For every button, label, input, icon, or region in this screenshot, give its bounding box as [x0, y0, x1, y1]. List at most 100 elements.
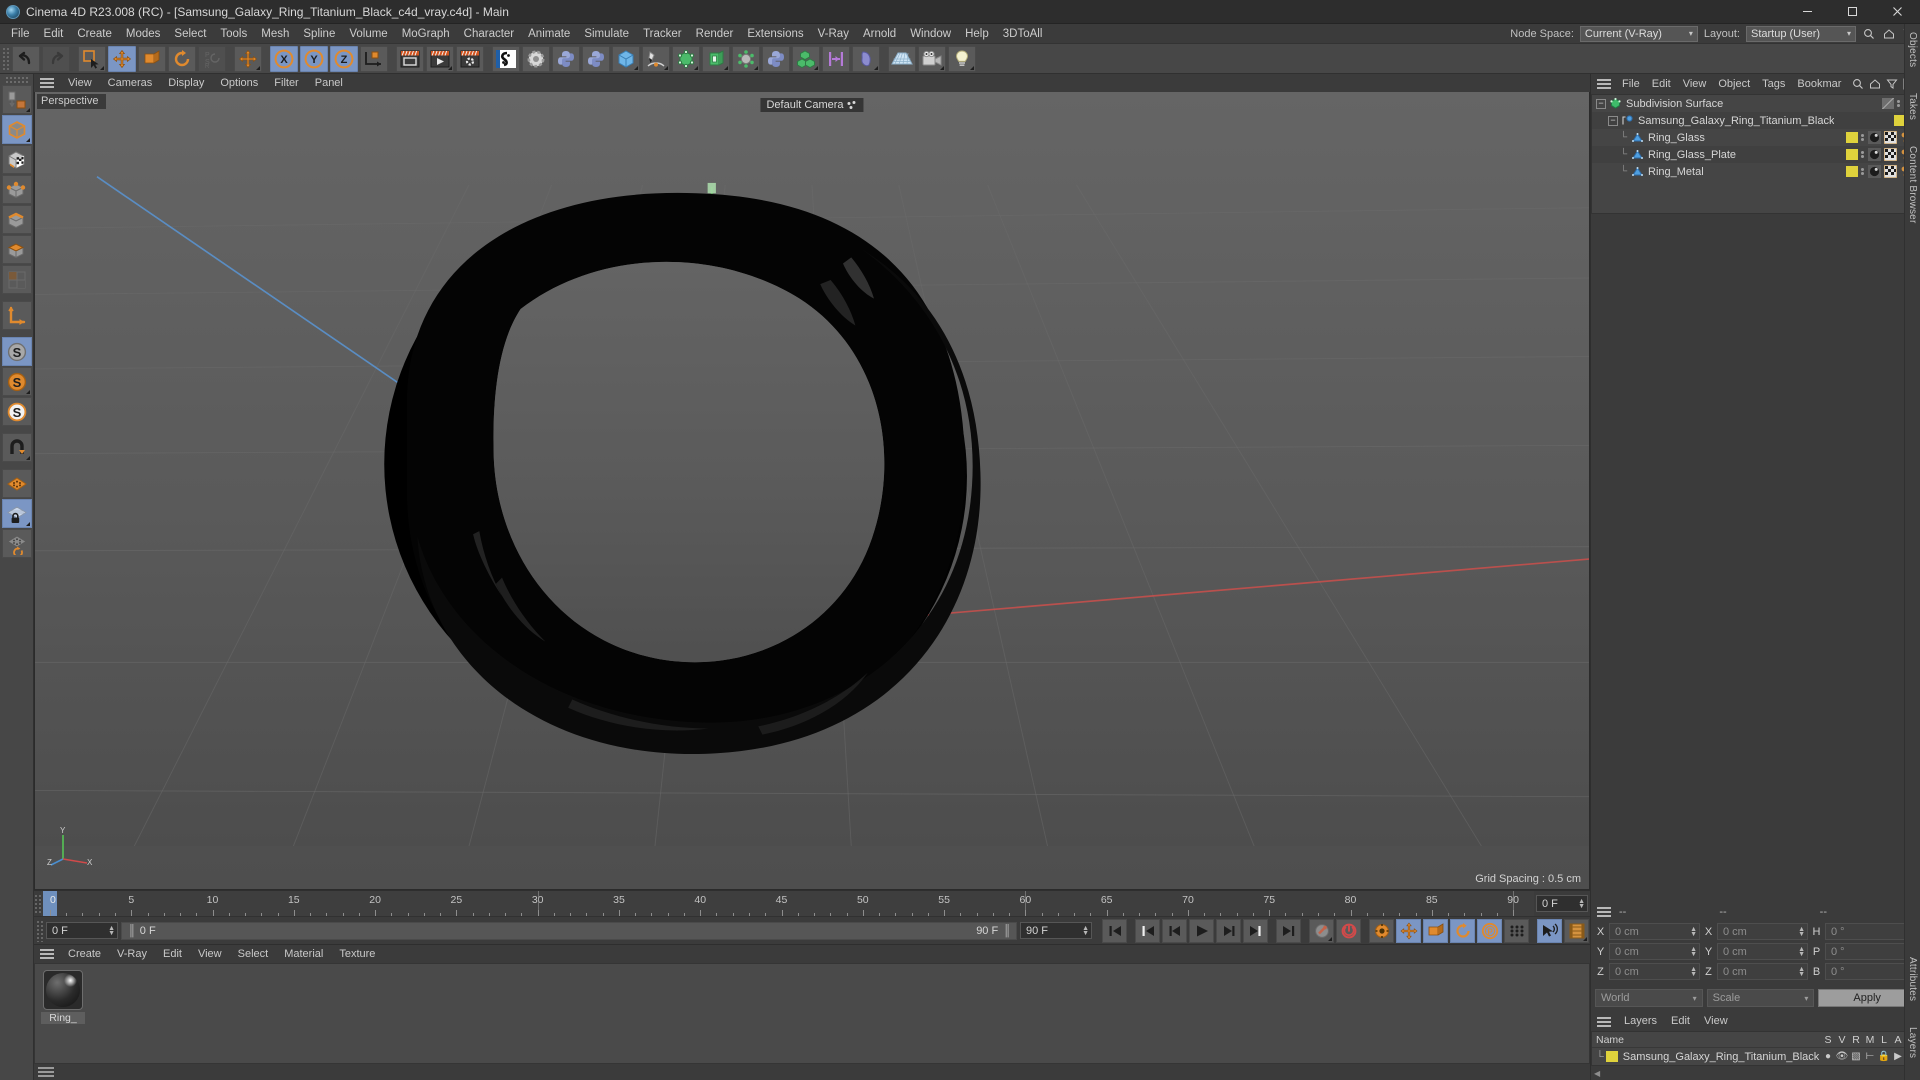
menu-arnold[interactable]: Arnold	[856, 24, 903, 44]
parameter-key-button[interactable]: P	[1477, 918, 1502, 943]
make-editable-button[interactable]	[1, 85, 32, 114]
material-tag-icon[interactable]	[1868, 148, 1881, 161]
go-to-previous-key-button[interactable]	[1135, 918, 1160, 943]
status-hamburger-icon[interactable]	[38, 1067, 54, 1077]
home-icon[interactable]	[1868, 77, 1882, 91]
menu-render[interactable]: Render	[689, 24, 741, 44]
spinner-arrows-icon[interactable]: ▲▼	[1686, 966, 1697, 978]
preview-range-slider[interactable]: ║ 0 F 90 F ║	[121, 921, 1017, 940]
object-menu-tags[interactable]: Tags	[1756, 74, 1791, 94]
floor-button[interactable]	[888, 45, 916, 72]
object-tree-row[interactable]: −Subdivision Surface✓	[1592, 95, 1919, 112]
material-list[interactable]: Ring_	[34, 963, 1590, 1064]
extrude-nurbs-button[interactable]	[702, 45, 730, 72]
layers-table[interactable]: Name SVRMLAG └ Samsung_Galaxy_Ring_Titan…	[1591, 1031, 1920, 1066]
points-mode-button[interactable]	[1, 175, 32, 204]
pen-spline-button[interactable]	[642, 45, 670, 72]
home-icon[interactable]	[1882, 27, 1896, 41]
edges-mode-button[interactable]	[1, 205, 32, 234]
menu-file[interactable]: File	[4, 24, 37, 44]
object-tree-row[interactable]: − Samsung_Galaxy_Ring_Titanium_Black	[1592, 112, 1919, 129]
menu-select[interactable]: Select	[167, 24, 213, 44]
scale-tool-button[interactable]	[138, 45, 166, 72]
menu-3dtoall[interactable]: 3DToAll	[996, 24, 1050, 44]
menu-animate[interactable]: Animate	[521, 24, 577, 44]
uvw-tag-icon[interactable]	[1883, 130, 1898, 145]
subdivision-surface-button[interactable]	[672, 45, 700, 72]
maximize-button[interactable]	[1830, 0, 1875, 23]
rotation-input[interactable]: 0 °▲▼	[1825, 963, 1916, 980]
visibility-dots-icon[interactable]	[1896, 100, 1901, 107]
spinner-arrows-icon[interactable]: ▲▼	[1794, 966, 1805, 978]
layers-scrollbar[interactable]: ◀ ▶	[1591, 1066, 1920, 1080]
psr-reset-button[interactable]: PSR	[198, 45, 226, 72]
menu-character[interactable]: Character	[457, 24, 522, 44]
menu-help[interactable]: Help	[958, 24, 996, 44]
menu-spline[interactable]: Spline	[296, 24, 342, 44]
manager-icon[interactable]: ⊢	[1863, 1051, 1877, 1062]
node-space-select[interactable]: Current (V-Ray) ▾	[1579, 25, 1698, 42]
rotation-input[interactable]: 0 °▲▼	[1825, 943, 1916, 960]
menu-mesh[interactable]: Mesh	[254, 24, 296, 44]
object-layer-chip[interactable]	[1881, 98, 1894, 109]
render-icon[interactable]: ▧	[1849, 1051, 1863, 1062]
light-button[interactable]	[948, 45, 976, 72]
visibility-dots-icon[interactable]	[1861, 168, 1865, 175]
menu-vray[interactable]: V-Ray	[811, 24, 856, 44]
redo-button[interactable]	[42, 45, 70, 72]
scale-key-button[interactable]	[1423, 918, 1448, 943]
layout-select[interactable]: Startup (User) ▾	[1746, 25, 1856, 42]
tab-objects[interactable]: Objects	[1906, 24, 1919, 75]
y-axis-lock-button[interactable]: Y	[300, 45, 328, 72]
uv-mode-button[interactable]	[1, 265, 32, 294]
layers-hamburger-icon[interactable]	[1597, 1016, 1611, 1027]
filter-icon[interactable]	[1885, 77, 1899, 91]
material-menu-material[interactable]: Material	[276, 945, 331, 963]
material-menu-view[interactable]: View	[190, 945, 230, 963]
layers-column-header[interactable]: R	[1849, 1034, 1863, 1046]
layers-menu-edit[interactable]: Edit	[1664, 1012, 1697, 1031]
vray-settings-button[interactable]	[522, 45, 550, 72]
position-input[interactable]: 0 cm ▲ ▼	[1609, 943, 1700, 960]
render-settings-button[interactable]	[456, 45, 484, 72]
viewport-menu-display[interactable]: Display	[160, 74, 212, 92]
cloner-button[interactable]	[792, 45, 820, 72]
object-layer-chip[interactable]	[1846, 132, 1858, 143]
material-item[interactable]: Ring_	[41, 970, 85, 1024]
layers-column-header[interactable]: M	[1863, 1034, 1877, 1046]
spinner-arrows-icon[interactable]: ▲▼	[104, 925, 115, 937]
layer-row[interactable]: └ Samsung_Galaxy_Ring_Titanium_Black ● 👁…	[1592, 1048, 1919, 1065]
step-forward-button[interactable]	[1216, 918, 1241, 943]
object-tree-row[interactable]: └ Ring_Metal	[1592, 163, 1919, 180]
python-tag-button[interactable]	[582, 45, 610, 72]
visibility-dots-icon[interactable]	[1861, 151, 1865, 158]
solo-single-button[interactable]: S	[1, 397, 32, 426]
object-layer-chip[interactable]	[1846, 166, 1858, 177]
apply-button[interactable]: Apply	[1818, 989, 1917, 1007]
object-menu-hamburger-icon[interactable]	[1597, 79, 1611, 89]
menu-modes[interactable]: Modes	[119, 24, 168, 44]
layers-menu-layers[interactable]: Layers	[1617, 1012, 1664, 1031]
visible-eye-icon[interactable]: 👁	[1835, 1051, 1849, 1062]
close-button[interactable]	[1875, 0, 1920, 23]
transform-mode-select[interactable]: Scale ▾	[1706, 989, 1815, 1007]
material-tag-icon[interactable]	[1868, 131, 1881, 144]
enable-axis-button[interactable]: S	[1, 337, 32, 366]
menu-extensions[interactable]: Extensions	[740, 24, 810, 44]
array-button[interactable]	[732, 45, 760, 72]
tree-expand-toggle[interactable]: −	[1608, 115, 1618, 126]
coordinate-system-select[interactable]: World ▾	[1595, 989, 1703, 1007]
rotation-input[interactable]: 0 °▲▼	[1825, 923, 1916, 940]
visibility-dots-icon[interactable]	[1861, 134, 1865, 141]
go-to-start-button[interactable]	[1102, 918, 1127, 943]
animation-icon[interactable]: ▶	[1891, 1051, 1905, 1062]
render-queue-button[interactable]	[426, 45, 454, 72]
viewport-menu-panel[interactable]: Panel	[307, 74, 351, 92]
rotate-tool-button[interactable]	[168, 45, 196, 72]
tab-layers[interactable]: Layers	[1906, 1019, 1919, 1066]
material-tag-icon[interactable]	[1868, 165, 1881, 178]
record-key-button[interactable]	[1309, 918, 1334, 943]
viewport-menu-cameras[interactable]: Cameras	[100, 74, 161, 92]
size-input[interactable]: 0 cm ▲ ▼	[1717, 943, 1808, 960]
spinner-arrows-icon[interactable]: ▲▼	[1794, 926, 1805, 938]
